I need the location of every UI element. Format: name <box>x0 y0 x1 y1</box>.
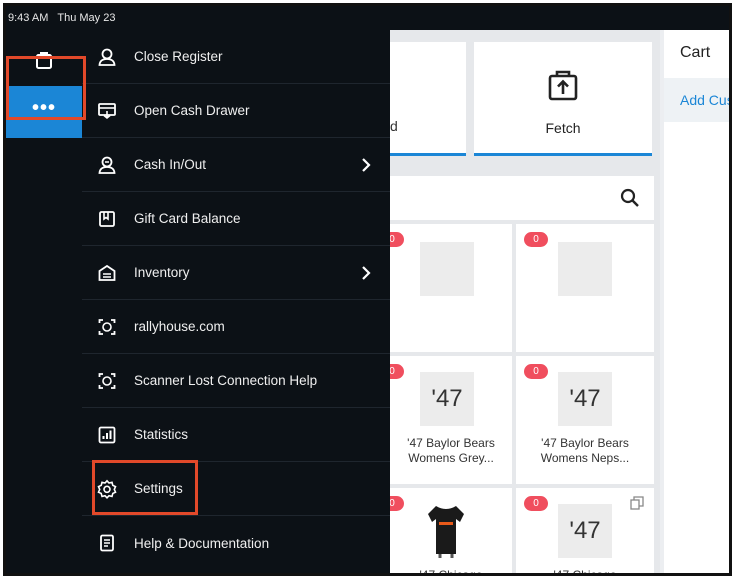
product-card[interactable]: 0 '47 '47 Baylor Bears Womens Neps... <box>516 356 654 484</box>
product-name: '47 Chicago <box>553 568 617 576</box>
statistics-icon <box>96 424 118 446</box>
menu-item-label: Close Register <box>134 49 223 64</box>
product-thumbnail: '47 <box>558 372 612 426</box>
inventory-icon <box>96 262 118 284</box>
main-content: d Fetch 0 0 <box>390 30 660 576</box>
menu-item-help-documentation[interactable]: Help & Documentation <box>82 516 390 570</box>
gift-card-icon <box>96 208 118 230</box>
bag-button[interactable] <box>6 34 82 86</box>
cash-in-out-icon <box>96 154 118 176</box>
document-icon <box>96 532 118 554</box>
menu-item-gift-card-balance[interactable]: Gift Card Balance <box>82 192 390 246</box>
menu-item-label: Inventory <box>134 265 190 280</box>
product-name: '47 Baylor Bears Womens Grey... <box>407 436 495 465</box>
shopping-bag-icon <box>36 52 52 69</box>
product-card[interactable]: 0 '47 '47 Chicago <box>516 488 654 576</box>
chevron-right-icon <box>362 158 371 172</box>
menu-item-label: Scanner Lost Connection Help <box>134 373 318 388</box>
product-thumbnail <box>558 242 612 296</box>
product-thumbnail <box>420 242 474 296</box>
menu-item-statistics[interactable]: Statistics <box>82 408 390 462</box>
chevron-right-icon <box>362 266 371 280</box>
menu-item-label: Settings <box>134 481 183 496</box>
menu-item-cash-in-out[interactable]: Cash In/Out <box>82 138 390 192</box>
menu-item-label: Gift Card Balance <box>134 211 241 226</box>
app-frame: 9:43 AM Thu May 23 ••• Close Register Op <box>3 3 732 576</box>
product-card[interactable]: 0 '47 '47 Baylor Bears Womens Grey... <box>390 356 512 484</box>
product-thumbnail: '47 <box>558 504 612 558</box>
more-menu-button[interactable]: ••• <box>6 86 82 138</box>
product-name: '47 Baylor Bears Womens Neps... <box>540 436 630 465</box>
menu-item-settings[interactable]: Settings <box>82 462 390 516</box>
menu-item-label: Cash In/Out <box>134 157 207 172</box>
product-thumbnail: '47 <box>420 372 474 426</box>
menu-item-rallyhouse[interactable]: rallyhouse.com <box>82 300 390 354</box>
product-name: '47 Chicago <box>419 568 483 576</box>
menu-item-inventory[interactable]: Inventory <box>82 246 390 300</box>
cart-title: Cart <box>680 44 711 61</box>
product-search-bar[interactable] <box>390 176 654 220</box>
copy-icon[interactable] <box>630 496 644 510</box>
product-grid: 0 0 0 '47 '47 Baylor Bears Womens Grey..… <box>390 224 654 576</box>
menu-item-close-register[interactable]: Close Register <box>82 30 390 84</box>
action-tile-label: d <box>390 118 398 134</box>
stock-badge: 0 <box>390 364 404 379</box>
tshirt-thumbnail <box>428 506 464 558</box>
cart-panel: Cart Add Cus <box>664 30 729 573</box>
menu-item-label: Help & Documentation <box>134 535 270 551</box>
add-customer-button[interactable]: Add Cus <box>664 78 729 122</box>
stock-badge: 0 <box>390 496 404 511</box>
menu-item-label: Open Cash Drawer <box>134 103 250 118</box>
stock-badge: 0 <box>524 496 548 511</box>
product-card[interactable]: 0 <box>390 224 512 352</box>
menu-item-label: rallyhouse.com <box>134 319 225 334</box>
menu-item-open-cash-drawer[interactable]: Open Cash Drawer <box>82 84 390 138</box>
action-tile-partial[interactable]: d <box>390 42 466 156</box>
register-user-icon <box>96 46 118 68</box>
left-rail: ••• <box>6 30 82 573</box>
status-time: 9:43 AM <box>8 12 49 24</box>
more-dots-icon: ••• <box>31 97 56 119</box>
status-date: Thu May 23 <box>57 12 116 24</box>
stock-badge: 0 <box>524 232 548 247</box>
gear-icon <box>96 478 118 500</box>
add-customer-label: Add Cus <box>680 92 732 108</box>
scanner-icon <box>96 370 118 392</box>
product-card[interactable]: 0 '47 Chicago <box>390 488 512 576</box>
stock-badge: 0 <box>390 232 404 247</box>
web-link-icon <box>96 316 118 338</box>
search-icon[interactable] <box>620 188 640 208</box>
cash-drawer-icon <box>96 100 118 122</box>
side-menu: Close Register Open Cash Drawer Cash In/… <box>82 30 390 573</box>
menu-item-label: Statistics <box>134 427 189 442</box>
fetch-tile[interactable]: Fetch <box>474 42 652 156</box>
stock-badge: 0 <box>524 364 548 379</box>
product-card[interactable]: 0 <box>516 224 654 352</box>
fetch-label: Fetch <box>545 120 581 136</box>
fetch-bag-icon <box>548 70 578 101</box>
menu-item-scanner-help[interactable]: Scanner Lost Connection Help <box>82 354 390 408</box>
status-bar: 9:43 AM Thu May 23 <box>6 6 729 30</box>
